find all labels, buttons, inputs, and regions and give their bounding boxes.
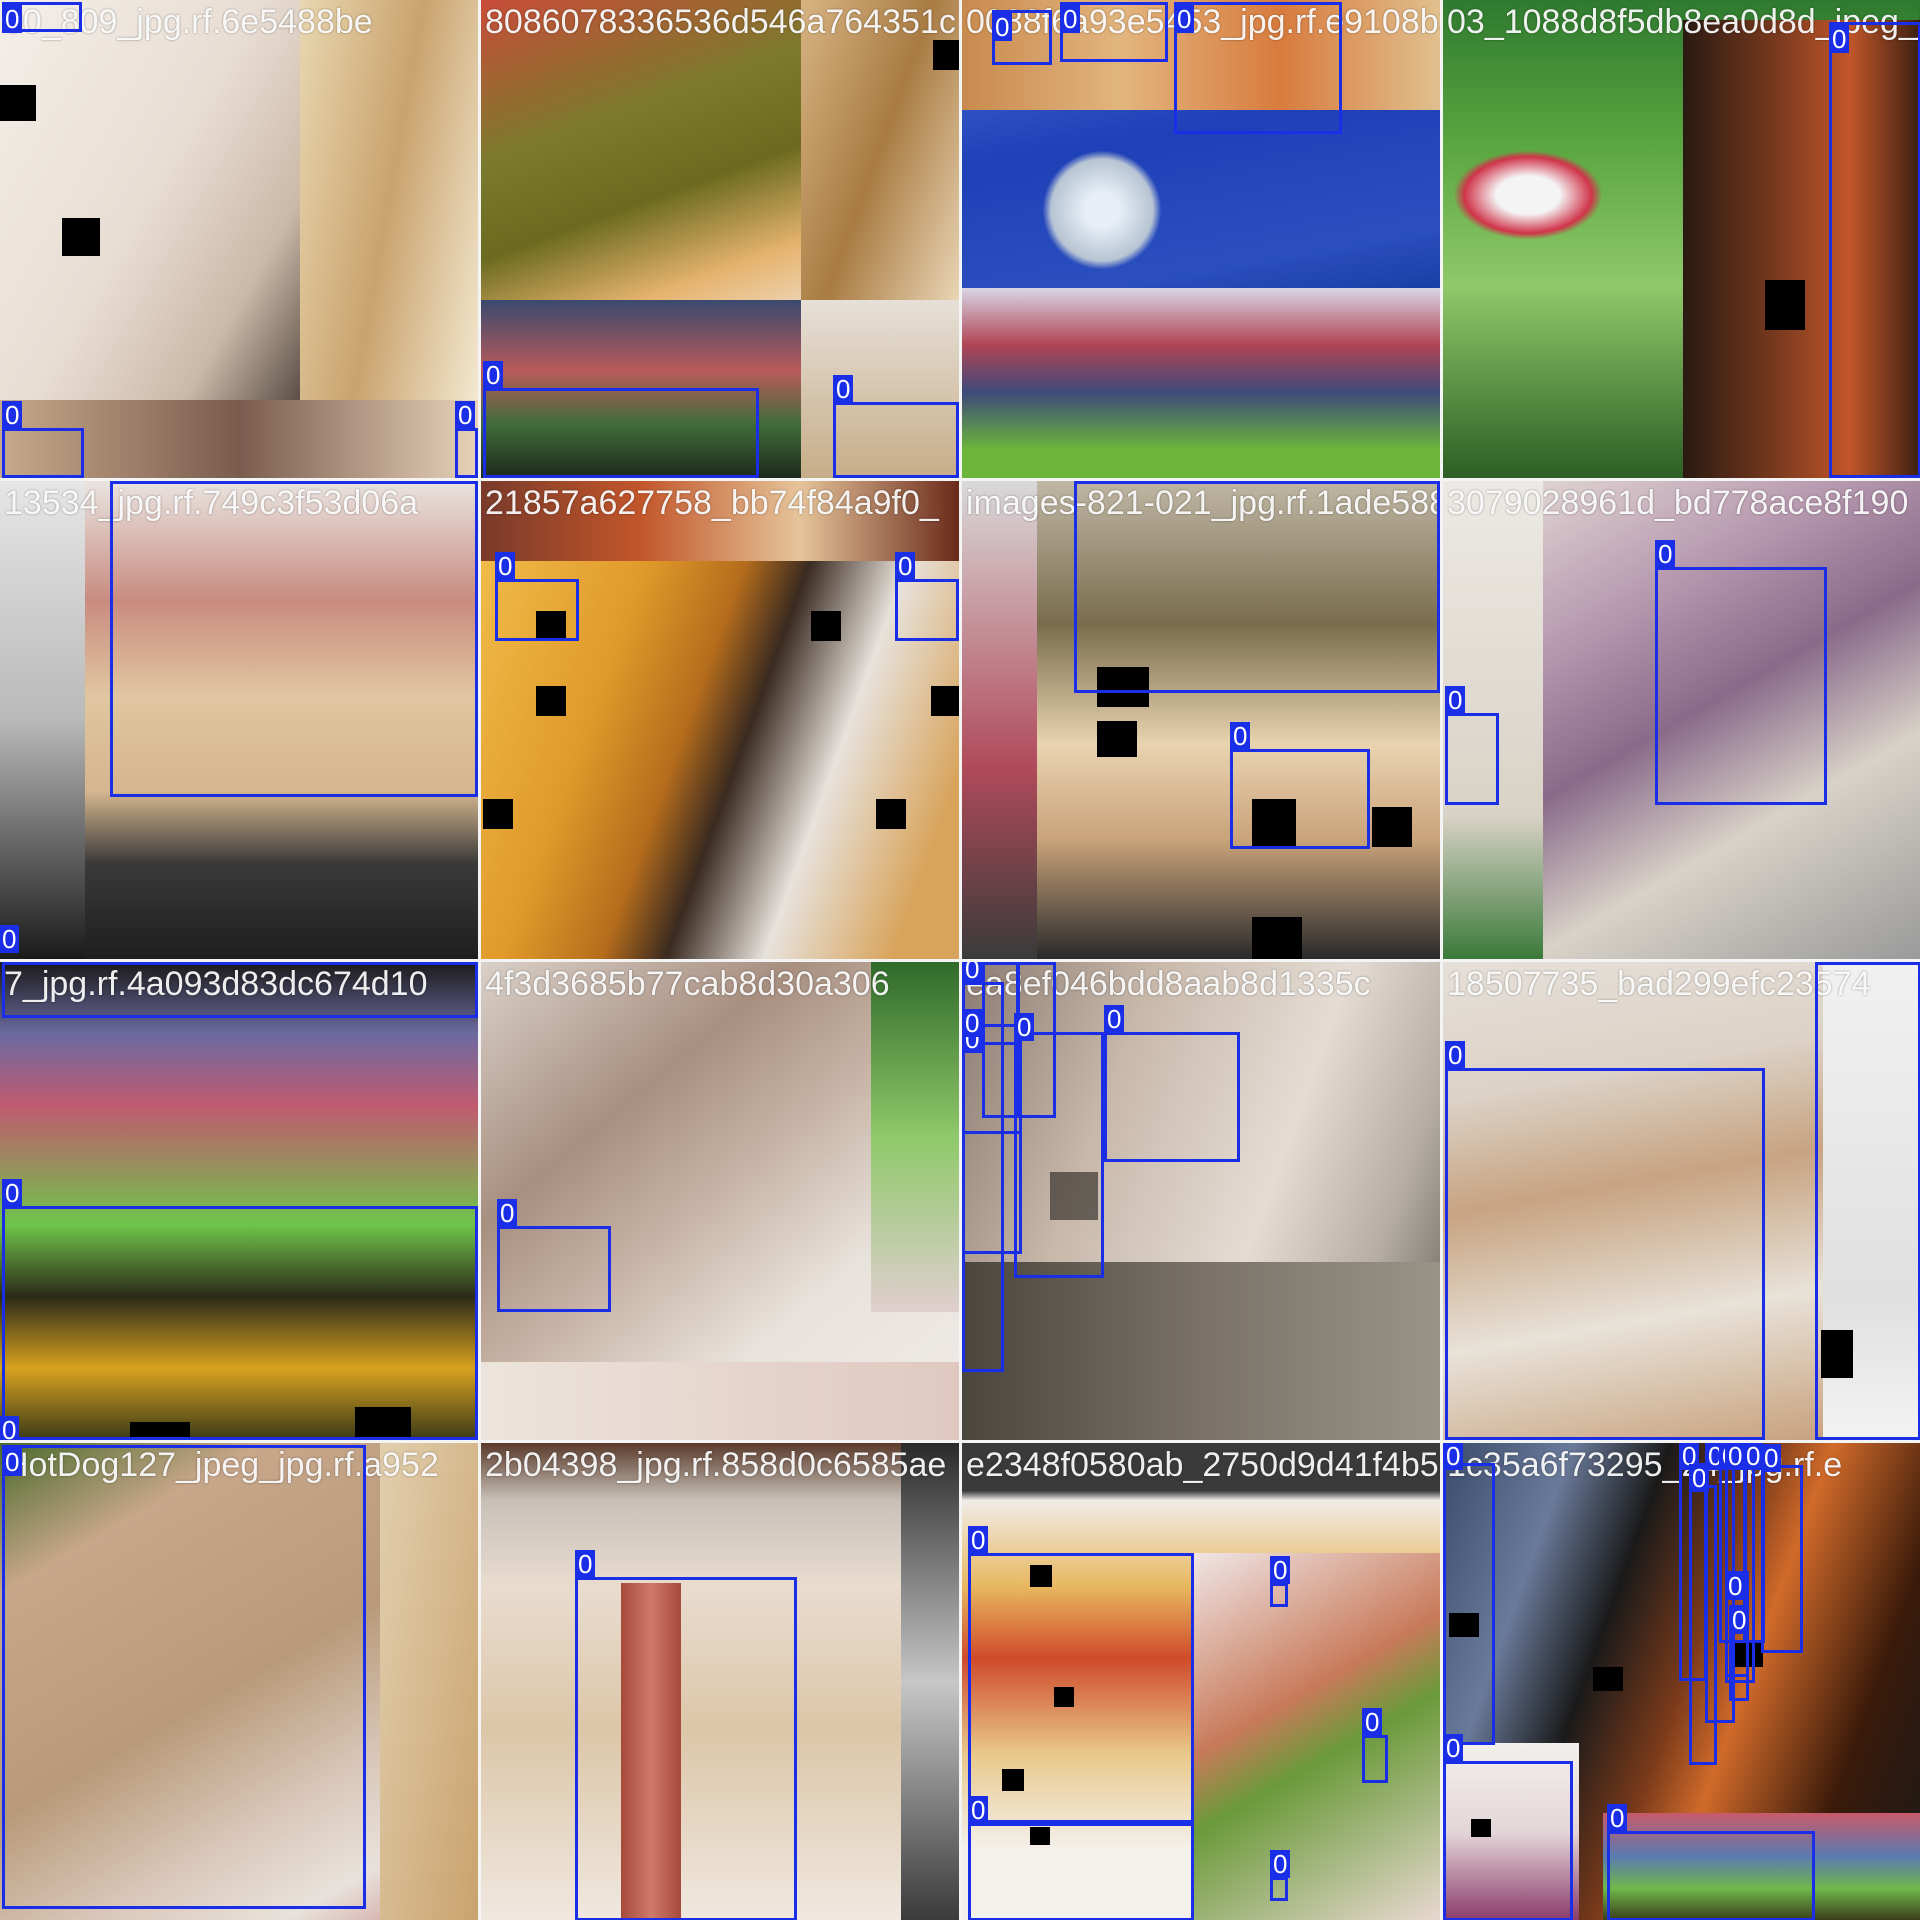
class-label: 0: [962, 1009, 983, 1037]
class-label: 0: [0, 1416, 20, 1440]
bounding-box: 0: [1655, 540, 1827, 805]
bounding-box: 0: [1761, 1444, 1803, 1653]
bounding-box: 0: [992, 10, 1052, 65]
tile-9: 7_jpg.rf.4a093d83dc674d10 0 0 0: [0, 962, 478, 1440]
class-label: 0: [968, 1796, 989, 1824]
class-label: 0: [1725, 1572, 1746, 1600]
class-label: 0: [1729, 1606, 1750, 1634]
bounding-box: 0: [1815, 962, 1920, 1440]
bounding-box: 0: [1174, 2, 1342, 134]
bounding-box: 0: [455, 401, 478, 478]
class-label: 0: [1104, 1005, 1125, 1033]
class-label: 0: [2, 5, 23, 33]
tile-11: ea8ef046bdd8aab8d1335c 0 0 0 0 0 0 0: [962, 962, 1440, 1440]
class-label: 0: [1270, 1850, 1291, 1878]
bounding-box: 0: [895, 552, 959, 641]
tile-6: 21857a627758_bb74f84a9f0_ 0 0: [481, 481, 959, 959]
bounding-box: 0: [833, 375, 959, 478]
class-label: 0: [2, 1179, 23, 1207]
grid-divider: [0, 1440, 1920, 1443]
class-label: 0: [575, 1550, 596, 1578]
class-label: 0: [2, 962, 23, 963]
class-label: 0: [1443, 1734, 1464, 1762]
bounding-box: 0: [1074, 481, 1440, 693]
bounding-box: 0: [575, 1550, 797, 1920]
bounding-box: 0: [2, 962, 478, 1018]
class-label: 0: [455, 401, 476, 429]
bounding-box: 0: [1270, 1556, 1291, 1607]
bounding-box: 0: [1270, 1850, 1291, 1901]
bounding-box: 0: [110, 481, 478, 797]
class-label: 0: [1443, 1443, 1464, 1470]
bounding-box: 0: [1607, 1804, 1815, 1920]
bounding-box: 0: [962, 1009, 1022, 1134]
bounding-box: 0: [2, 2, 82, 33]
class-label: 0: [495, 552, 516, 580]
bounding-box: 0: [968, 1526, 1194, 1823]
bounding-box: 0: [2, 1179, 478, 1440]
tile-2: 8086078336536d546a764351c 0 0: [481, 0, 959, 478]
tile-15: e2348f0580ab_2750d9d41f4b53 0 0 0 0 0: [962, 1443, 1440, 1920]
class-label: 0: [1074, 481, 1095, 482]
class-label: 0: [1016, 962, 1037, 963]
class-label: 0: [2, 401, 23, 429]
bounding-box: 0: [495, 552, 579, 641]
class-label: 0: [0, 925, 20, 953]
mosaic-canvas: 00_809_jpg.rf.6e5488be 0 0 0 80860783365…: [0, 0, 1920, 1920]
tile-1: 00_809_jpg.rf.6e5488be 0 0 0: [0, 0, 478, 478]
bounding-box: 0: [483, 361, 759, 478]
bounding-box: 0: [2, 401, 84, 478]
class-label: 0: [1655, 540, 1676, 568]
class-label: 0: [962, 962, 983, 983]
tile-7: images-821-021_jpg.rf.1ade5883 0 0: [962, 481, 1440, 959]
class-label: 0: [895, 552, 916, 580]
tile-13: HotDog127_jpeg_jpg.rf.a952 0: [0, 1443, 478, 1920]
class-label: 0: [1060, 5, 1081, 33]
class-label: 0: [1761, 1444, 1782, 1472]
class-label: 0: [1607, 1804, 1628, 1832]
bounding-box: 0: [968, 1796, 1194, 1920]
tile-4: 03_1088d8f5db8ea0d8d_jpeg_jpg 0: [1443, 0, 1920, 478]
class-label: 0: [483, 361, 504, 389]
tile-16: 1c35a6f73295_24_jpg.rf.e 0 0 0 0 0 0 0 0…: [1443, 1443, 1920, 1920]
bounding-box: 0: [1104, 1005, 1240, 1162]
bounding-box: 0: [1443, 1443, 1495, 1745]
bounding-box: 0: [1014, 1013, 1104, 1278]
tile-10: 4f3d3685b77cab8d30a306 0: [481, 962, 959, 1440]
class-label: 0: [992, 13, 1013, 41]
class-label: 0: [1445, 686, 1466, 714]
class-label: 0: [1014, 1013, 1035, 1041]
bounding-box: 0: [2, 1445, 366, 1909]
class-label: 0: [833, 375, 854, 403]
class-label: 0: [1230, 722, 1251, 750]
tile-14: 2b04398_jpg.rf.858d0c6585ae 0: [481, 1443, 959, 1920]
grid-divider: [0, 959, 1920, 962]
tile-8: 3079028961d_bd778ace8f190 0 0: [1443, 481, 1920, 959]
class-label: 0: [968, 1526, 989, 1554]
bounding-box: 0: [1829, 22, 1920, 478]
class-label: 0: [1445, 1041, 1466, 1069]
class-label: 0: [2, 1448, 23, 1476]
bounding-box: 0: [497, 1199, 611, 1312]
tile-3: 0088f6a93e5453_jpg.rf.e9108b3d0f0ed72 0 …: [962, 0, 1440, 478]
class-label: 0: [982, 962, 1003, 963]
bounding-box: 0: [1362, 1708, 1388, 1783]
bounding-box: 0: [1445, 1041, 1765, 1440]
grid-divider: [0, 478, 1920, 481]
class-label: 0: [1174, 5, 1195, 33]
class-label: 0: [1815, 962, 1836, 963]
class-label: 0: [497, 1199, 518, 1227]
tile-12: 18507735_bad299efc23574 0 0: [1443, 962, 1920, 1440]
bounding-box: 0: [1443, 1734, 1573, 1920]
bounding-box: 0: [1060, 2, 1168, 62]
class-label: 0: [1829, 25, 1850, 53]
tile-5: 13534_jpg.rf.749c3f53d06a 0 0: [0, 481, 478, 959]
bounding-box: 0: [1230, 722, 1370, 849]
class-label: 0: [1362, 1708, 1383, 1736]
bounding-box: 0: [1729, 1605, 1750, 1701]
class-label: 0: [1270, 1556, 1291, 1584]
bounding-box: 0: [1445, 686, 1499, 805]
class-label: 0: [110, 481, 131, 482]
